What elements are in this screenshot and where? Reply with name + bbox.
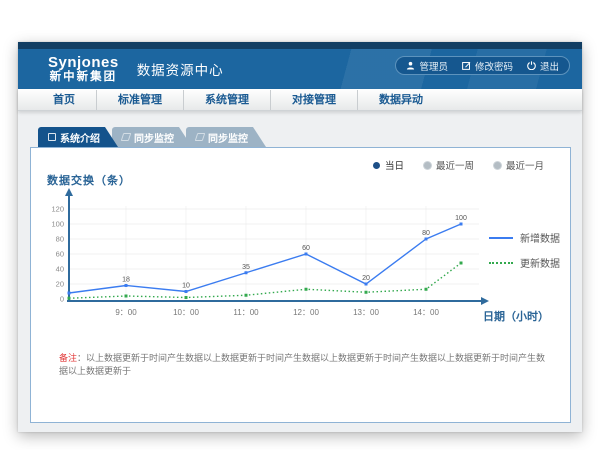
app-header: Synjones 新中新集团 数据资源中心 管理员 修改密码 退出 (18, 49, 582, 89)
monitor-icon (121, 133, 132, 141)
footnote-prefix: 备注 (59, 353, 77, 363)
chart-legend: 新增数据 更新数据 (489, 230, 560, 270)
radio-label: 当日 (385, 158, 404, 172)
edit-icon (462, 61, 471, 70)
tab-sync-monitor-2[interactable]: 同步监控 (186, 127, 266, 147)
user-name-label: 管理员 (419, 59, 448, 73)
svg-text:80: 80 (422, 230, 430, 237)
time-range-selector: 当日 最近一周 最近一月 (373, 158, 544, 172)
green-dotted-swatch-icon (489, 262, 513, 264)
svg-text:9：00: 9：00 (115, 308, 137, 317)
radio-label: 最近一周 (436, 158, 474, 172)
svg-text:20: 20 (362, 275, 370, 282)
logo-brand-text: Synjones (48, 55, 119, 71)
current-user[interactable]: 管理员 (406, 59, 448, 73)
tab-sync-monitor-1[interactable]: 同步监控 (112, 127, 192, 147)
tab-bar: 系统介绍 同步监控 同步监控 (38, 127, 582, 147)
radio-today[interactable]: 当日 (373, 158, 404, 172)
svg-text:120: 120 (51, 205, 64, 214)
svg-text:20: 20 (56, 280, 64, 289)
svg-text:80: 80 (56, 235, 64, 244)
nav-item-data-changes[interactable]: 数据异动 (357, 90, 444, 110)
nav-item-standard-mgmt[interactable]: 标准管理 (96, 90, 183, 110)
tab-label: 同步监控 (134, 130, 174, 145)
change-password-label: 修改密码 (475, 59, 513, 73)
svg-text:18: 18 (122, 277, 130, 284)
app-window: Synjones 新中新集团 数据资源中心 管理员 修改密码 退出 首页 标准管… (18, 42, 582, 432)
legend-updated-data[interactable]: 更新数据 (489, 255, 560, 270)
tab-label: 系统介绍 (60, 130, 100, 145)
tab-system-intro[interactable]: 系统介绍 (38, 127, 118, 147)
user-toolbar: 管理员 修改密码 退出 (395, 56, 570, 75)
svg-text:100: 100 (51, 220, 64, 229)
footnote: 备注：以上数据更新于时间产生数据以上数据更新于时间产生数据以上数据更新于时间产生… (59, 352, 549, 377)
footnote-text: ：以上数据更新于时间产生数据以上数据更新于时间产生数据以上数据更新于时间产生数据… (59, 353, 545, 376)
svg-text:35: 35 (242, 264, 250, 271)
x-axis-title: 日期（小时） (483, 308, 549, 324)
power-icon (527, 61, 536, 70)
svg-text:40: 40 (56, 265, 64, 274)
radio-dot-icon (494, 162, 501, 169)
legend-label: 新增数据 (520, 230, 560, 245)
monitor-icon (195, 133, 206, 141)
change-password-button[interactable]: 修改密码 (462, 59, 513, 73)
radio-last-week[interactable]: 最近一周 (424, 158, 474, 172)
svg-text:100: 100 (455, 215, 467, 222)
page-title: 数据资源中心 (137, 59, 224, 79)
logout-label: 退出 (540, 59, 559, 73)
svg-text:10：00: 10：00 (173, 308, 199, 317)
tab-label: 同步监控 (208, 130, 248, 145)
svg-text:13：00: 13：00 (353, 308, 379, 317)
user-icon (406, 61, 415, 70)
nav-item-system-mgmt[interactable]: 系统管理 (183, 90, 270, 110)
logo-company-name: 新中新集团 (48, 71, 119, 83)
radio-label: 最近一月 (506, 158, 544, 172)
radio-last-month[interactable]: 最近一月 (494, 158, 544, 172)
svg-text:60: 60 (56, 250, 64, 259)
nav-item-home[interactable]: 首页 (32, 90, 96, 110)
nav-item-integration-mgmt[interactable]: 对接管理 (270, 90, 357, 110)
document-icon (48, 133, 56, 141)
blue-line-swatch-icon (489, 237, 513, 239)
svg-text:14：00: 14：00 (413, 308, 439, 317)
svg-text:11：00: 11：00 (233, 308, 259, 317)
svg-text:12：00: 12：00 (293, 308, 319, 317)
header-accent-strip (18, 42, 582, 49)
svg-text:0: 0 (60, 295, 64, 304)
company-logo: Synjones 新中新集团 (48, 55, 119, 83)
svg-text:60: 60 (302, 245, 310, 252)
line-chart: 0 20 40 60 80 100 120 9：00 10：00 11：00 12：00 13：00 1… (49, 184, 497, 324)
logout-button[interactable]: 退出 (527, 59, 559, 73)
chart-panel: 当日 最近一周 最近一月 数据交换（条） 0204060801001209：00… (30, 147, 571, 423)
legend-label: 更新数据 (520, 255, 560, 270)
main-nav: 首页 标准管理 系统管理 对接管理 数据异动 (18, 89, 582, 111)
content-area: 系统介绍 同步监控 同步监控 当日 最近一周 (18, 111, 582, 432)
radio-dot-icon (373, 162, 380, 169)
radio-dot-icon (424, 162, 431, 169)
legend-new-data[interactable]: 新增数据 (489, 230, 560, 245)
svg-text:10: 10 (182, 283, 190, 290)
